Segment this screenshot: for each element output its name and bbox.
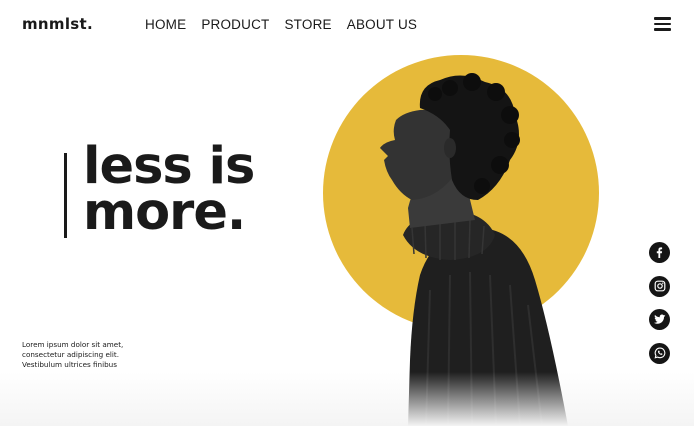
whatsapp-icon[interactable] bbox=[649, 342, 670, 364]
nav-home-link[interactable]: HOME bbox=[145, 17, 186, 32]
main-nav: HOME PRODUCT STORE ABOUT US bbox=[145, 17, 417, 32]
hero-headline: less is more. bbox=[83, 141, 255, 242]
brand-logo[interactable]: mnmlst. bbox=[22, 15, 93, 33]
facebook-icon[interactable] bbox=[649, 242, 670, 263]
instagram-icon[interactable] bbox=[649, 275, 670, 297]
blurb-line-1: Lorem ipsum dolor sit amet, bbox=[22, 340, 124, 349]
nav-product-link[interactable]: PRODUCT bbox=[201, 17, 269, 32]
hamburger-menu-icon[interactable] bbox=[654, 17, 671, 31]
nav-about-us-link[interactable]: ABOUT US bbox=[347, 17, 417, 32]
blurb-line-2: consectetur adipiscing elit. bbox=[22, 350, 120, 360]
menu-bar bbox=[654, 17, 671, 20]
social-links bbox=[649, 242, 670, 364]
twitter-icon[interactable] bbox=[649, 309, 670, 330]
nav-store-link[interactable]: STORE bbox=[284, 17, 331, 32]
headline-accent-bar bbox=[64, 153, 67, 238]
blurb-line-3: Vestibulum ultrices finibus bbox=[22, 360, 117, 370]
menu-bar bbox=[654, 28, 671, 31]
headline-line-2: more. bbox=[83, 183, 246, 242]
menu-bar bbox=[654, 22, 671, 26]
model-portrait-image bbox=[380, 73, 568, 426]
hero-blurb: Lorem ipsum dolor sit amet, consectetur … bbox=[22, 340, 172, 371]
